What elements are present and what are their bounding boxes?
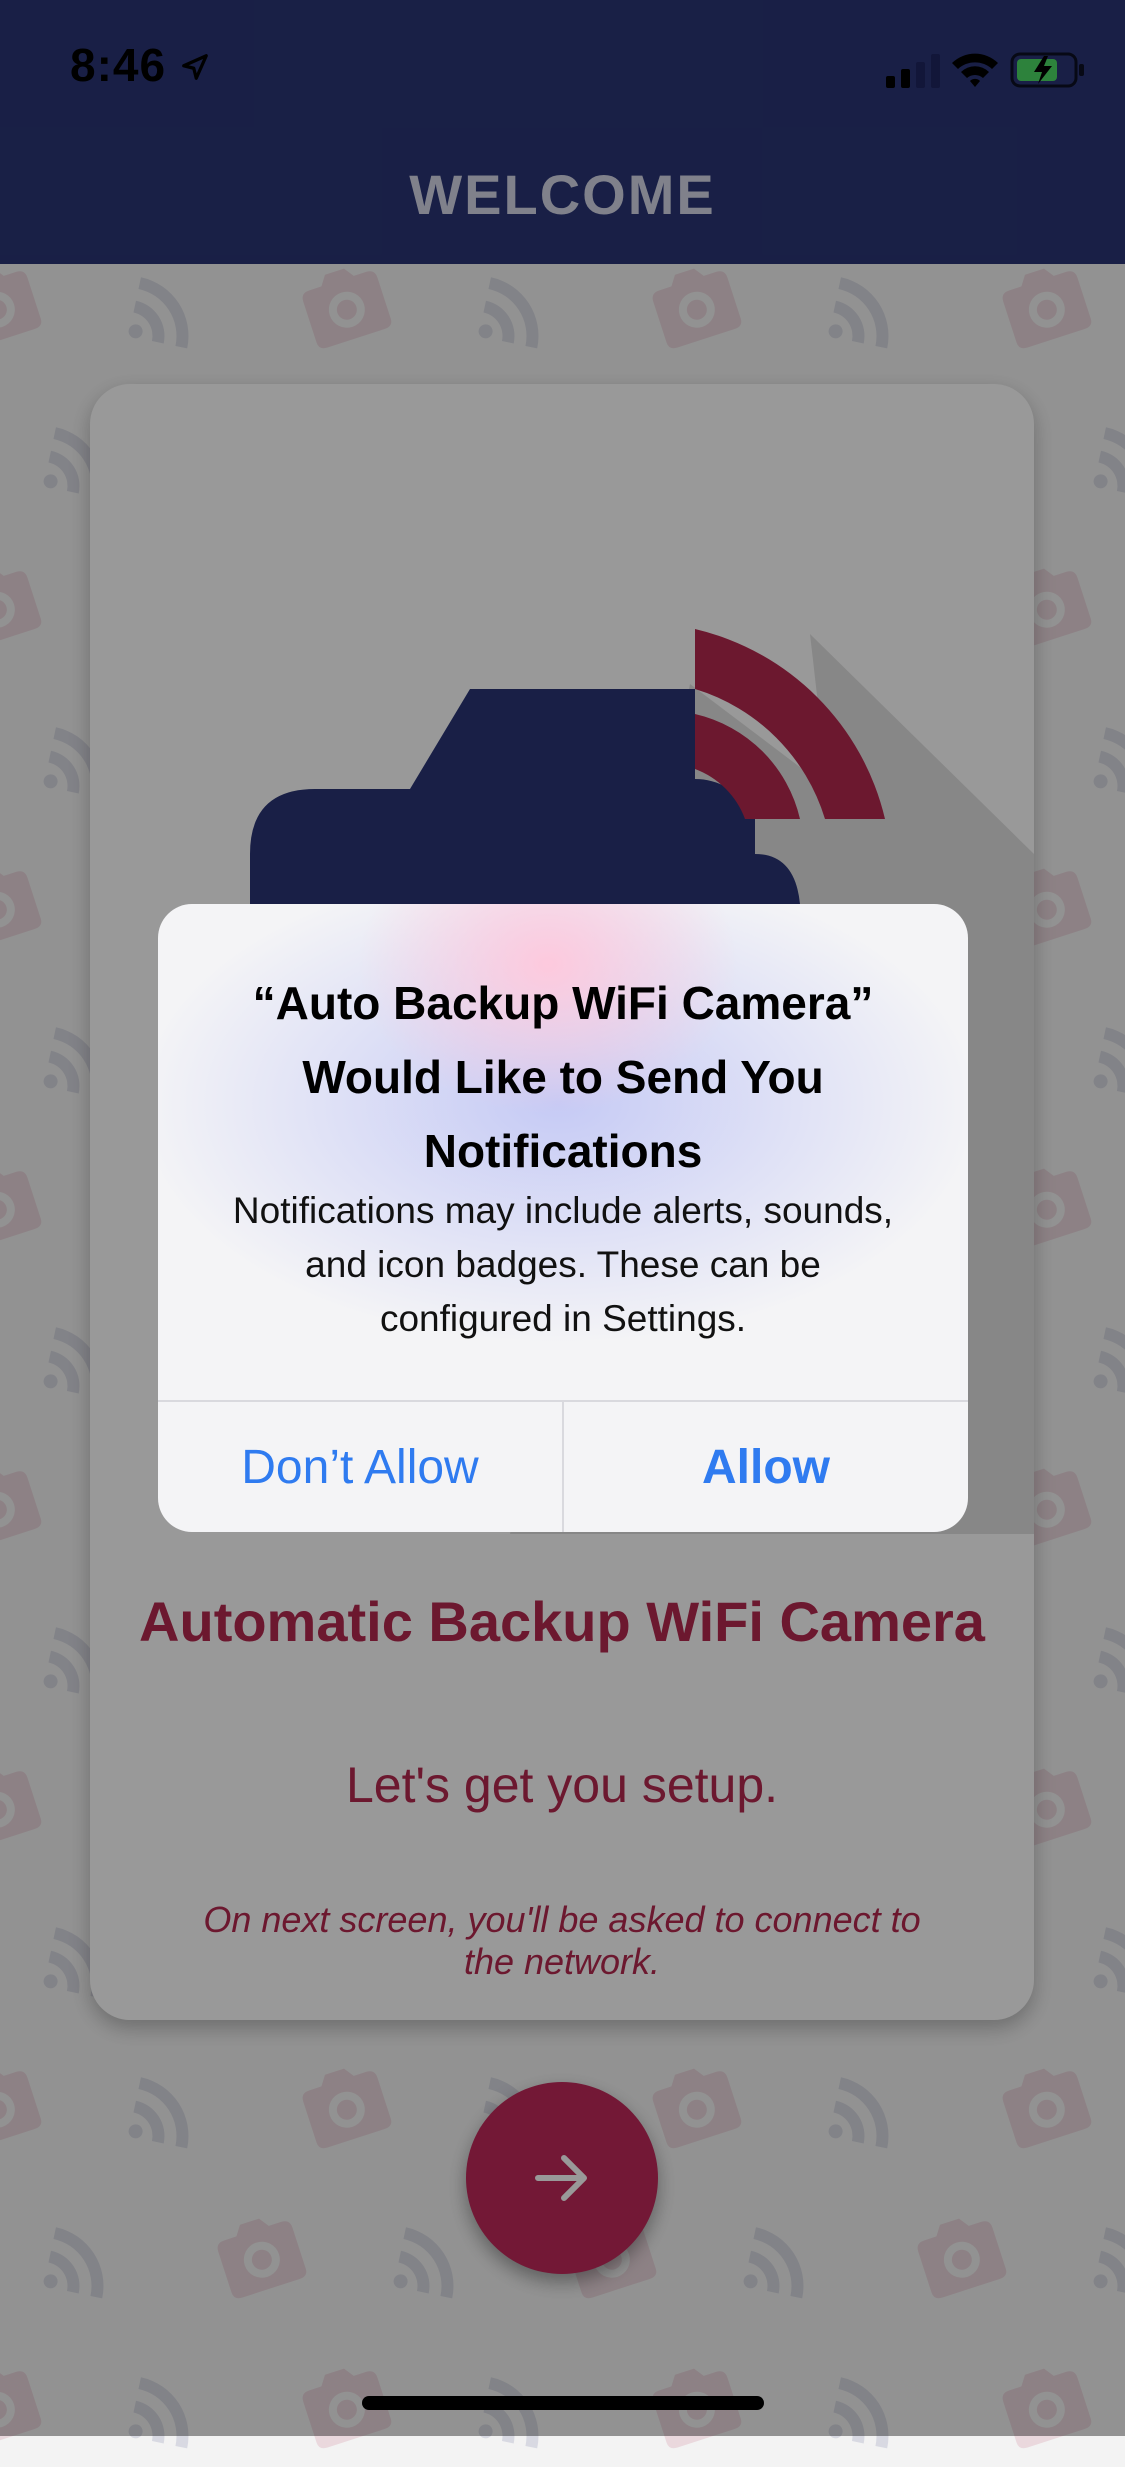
- alert-title: “Auto Backup WiFi Camera” Would Like to …: [252, 977, 874, 1177]
- allow-button[interactable]: Allow: [564, 1402, 968, 1532]
- notification-permission-alert: “Auto Backup WiFi Camera” Would Like to …: [158, 904, 968, 1532]
- home-indicator[interactable]: [362, 2396, 764, 2410]
- dont-allow-button[interactable]: Don’t Allow: [158, 1402, 562, 1532]
- alert-message: Notifications may include alerts, sounds…: [232, 1190, 894, 1339]
